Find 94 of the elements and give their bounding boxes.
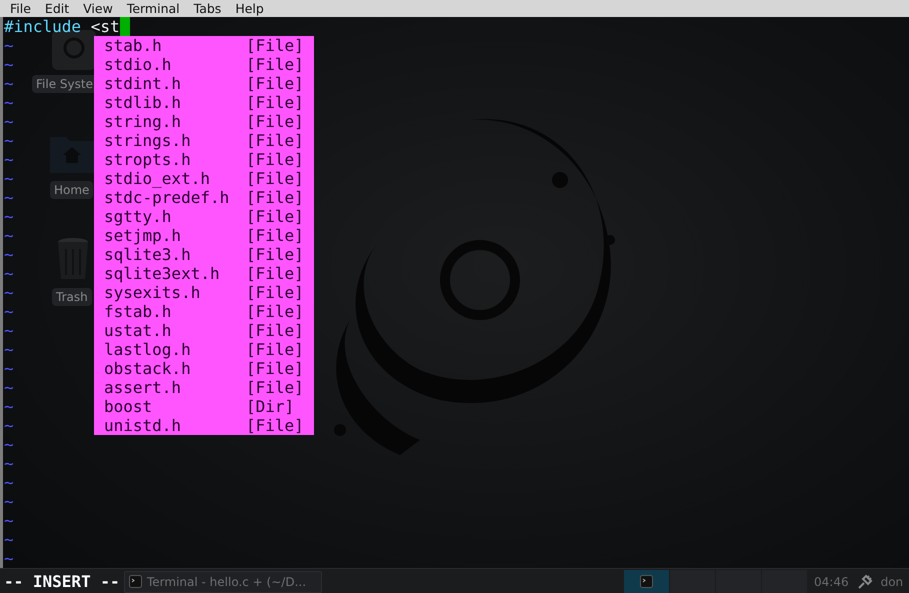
empty-line-marker: ~	[4, 55, 14, 74]
completion-item[interactable]: ustat.h	[94, 321, 246, 340]
completion-item[interactable]: sqlite3.h	[94, 245, 246, 264]
menu-item[interactable]: View	[76, 1, 120, 16]
code-text: <st	[90, 17, 120, 36]
empty-line-marker: ~	[4, 340, 14, 359]
empty-line-marker: ~	[4, 74, 14, 93]
completion-type: [File]	[246, 283, 304, 302]
completion-type: [File]	[246, 131, 304, 150]
plug-icon	[856, 574, 873, 590]
menu-item[interactable]: Edit	[38, 1, 76, 16]
completion-item[interactable]: stdc-predef.h	[94, 188, 246, 207]
empty-line-marker: ~	[4, 473, 14, 492]
completion-type: [File]	[246, 93, 304, 112]
completion-item[interactable]: stdlib.h	[94, 93, 246, 112]
completion-type: [File]	[246, 150, 304, 169]
desktop-icon-label: File Syste	[32, 75, 97, 93]
completion-type: [File]	[246, 416, 304, 435]
completion-type: [File]	[246, 112, 304, 131]
completion-type: [File]	[246, 188, 304, 207]
workspace-button[interactable]	[762, 570, 808, 593]
empty-line-marker: ~	[4, 321, 14, 340]
terminal-icon	[129, 575, 142, 588]
completion-type: [File]	[246, 321, 304, 340]
empty-line-marker: ~	[4, 150, 14, 169]
workspace-button[interactable]	[670, 570, 716, 593]
empty-line-marker: ~	[4, 454, 14, 473]
completion-type: [File]	[246, 55, 304, 74]
empty-line-marker: ~	[4, 245, 14, 264]
completion-type: [File]	[246, 359, 304, 378]
completion-item[interactable]: assert.h	[94, 378, 246, 397]
completion-type: [File]	[246, 340, 304, 359]
empty-line-marker: ~	[4, 416, 14, 435]
empty-line-marker: ~	[4, 530, 14, 549]
desktop-icon-label: Trash	[52, 288, 92, 306]
user-name: don	[880, 574, 904, 588]
completion-item[interactable]: stdio.h	[94, 55, 246, 74]
menu-item[interactable]: Terminal	[120, 1, 187, 16]
completion-item[interactable]: sgtty.h	[94, 207, 246, 226]
completion-item[interactable]: setjmp.h	[94, 226, 246, 245]
empty-line-marker: ~	[4, 207, 14, 226]
completion-item[interactable]: stdio_ext.h	[94, 169, 246, 188]
completion-type: [File]	[246, 226, 304, 245]
completion-item[interactable]: boost	[94, 397, 246, 416]
trash-icon[interactable]	[56, 237, 90, 281]
code-keyword: #include	[4, 17, 82, 36]
empty-line-marker: ~	[4, 264, 14, 283]
completion-type: [File]	[246, 36, 304, 55]
completion-type: [File]	[246, 302, 304, 321]
completion-item[interactable]: fstab.h	[94, 302, 246, 321]
completion-item[interactable]: sqlite3ext.h	[94, 264, 246, 283]
workspace-button[interactable]	[716, 570, 762, 593]
menu-item[interactable]: Help	[228, 1, 271, 16]
empty-line-marker: ~	[4, 397, 14, 416]
completion-item[interactable]: strings.h	[94, 131, 246, 150]
completion-type: [File]	[246, 74, 304, 93]
mode-indicator: -- INSERT --	[4, 572, 120, 591]
text-cursor	[120, 17, 130, 36]
empty-line-marker: ~	[4, 283, 14, 302]
empty-line-marker: ~	[4, 492, 14, 511]
empty-line-marker: ~	[4, 359, 14, 378]
completion-item[interactable]: stdint.h	[94, 74, 246, 93]
completion-item[interactable]: sysexits.h	[94, 283, 246, 302]
clock: 04:46	[814, 574, 849, 588]
empty-line-marker: ~	[4, 93, 14, 112]
empty-line-marker: ~	[4, 36, 14, 55]
completion-type: [File]	[246, 378, 304, 397]
desktop-icon-label: Home	[50, 181, 94, 199]
empty-line-marker: ~	[4, 549, 14, 568]
completion-type: [Dir]	[246, 397, 294, 416]
empty-line-marker: ~	[4, 378, 14, 397]
completion-type: [File]	[246, 169, 304, 188]
completion-item[interactable]: lastlog.h	[94, 340, 246, 359]
completion-type: [File]	[246, 207, 304, 226]
empty-line-marker: ~	[4, 302, 14, 321]
completion-item[interactable]: stropts.h	[94, 150, 246, 169]
terminal-icon	[640, 575, 653, 588]
workspace-button[interactable]	[624, 570, 670, 593]
empty-line-marker: ~	[4, 226, 14, 245]
completion-item[interactable]: stab.h	[94, 36, 246, 55]
menu-item[interactable]: Tabs	[186, 1, 228, 16]
completion-item[interactable]: string.h	[94, 112, 246, 131]
menu-item[interactable]: File	[3, 1, 38, 16]
completion-item[interactable]: unistd.h	[94, 416, 246, 435]
empty-line-marker: ~	[4, 435, 14, 454]
empty-line-marker: ~	[4, 169, 14, 188]
empty-line-marker: ~	[4, 131, 14, 150]
empty-line-marker: ~	[4, 188, 14, 207]
completion-type: [File]	[246, 264, 304, 283]
completion-type: [File]	[246, 245, 304, 264]
task-label: Terminal - hello.c + (~/D...	[147, 574, 306, 588]
completion-item[interactable]: obstack.h	[94, 359, 246, 378]
empty-line-marker: ~	[4, 511, 14, 530]
empty-line-marker: ~	[4, 112, 14, 131]
